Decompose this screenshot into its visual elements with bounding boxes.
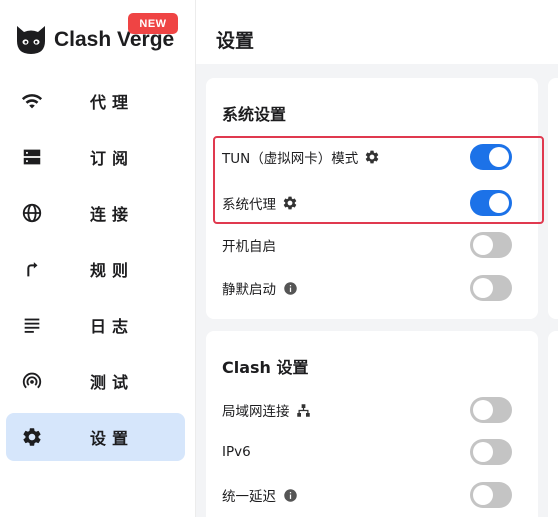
setting-label: IPv6 xyxy=(222,444,251,460)
sidebar-item-connections[interactable]: 连接 xyxy=(6,189,185,237)
setting-label: 局域网连接 xyxy=(222,404,290,420)
sidebar-item-label: 订阅 xyxy=(90,149,135,168)
list-lines-icon xyxy=(21,314,43,336)
new-badge: NEW xyxy=(128,13,178,34)
setting-row-auto-launch: 开机自启 xyxy=(222,230,528,260)
setting-row-silent-start: 静默启动 xyxy=(222,273,528,303)
card-title: 系统设置 xyxy=(222,105,287,124)
auto-launch-toggle[interactable] xyxy=(470,232,512,258)
broadcast-icon xyxy=(21,370,43,392)
sidebar-item-label: 测试 xyxy=(90,373,135,392)
gear-icon[interactable] xyxy=(364,149,380,165)
system-settings-card: 系统设置 TUN（虚拟网卡）模式 系统代理 开机自启 静默启动 xyxy=(206,78,538,319)
sidebar-item-subscriptions[interactable]: 订阅 xyxy=(6,133,185,181)
wifi-icon xyxy=(21,90,43,112)
next-card-edge xyxy=(548,331,558,531)
setting-label: 统一延迟 xyxy=(222,489,276,505)
info-icon[interactable] xyxy=(282,487,298,503)
sidebar-item-label: 设置 xyxy=(90,429,135,448)
setting-label: 系统代理 xyxy=(222,197,276,213)
sidebar-item-proxy[interactable]: 代理 xyxy=(6,77,185,125)
gear-icon xyxy=(21,426,43,448)
setting-label: 开机自启 xyxy=(222,239,276,255)
silent-start-toggle[interactable] xyxy=(470,275,512,301)
sidebar-item-label: 代理 xyxy=(90,93,135,112)
sidebar-item-rules[interactable]: 规则 xyxy=(6,245,185,293)
ipv6-toggle[interactable] xyxy=(470,439,512,465)
allow-lan-toggle[interactable] xyxy=(470,397,512,423)
setting-row-system-proxy: 系统代理 xyxy=(222,188,528,218)
setting-row-tun-mode: TUN（虚拟网卡）模式 xyxy=(222,142,528,172)
next-card-edge xyxy=(548,78,558,319)
unified-delay-toggle[interactable] xyxy=(470,482,512,508)
storage-icon xyxy=(21,146,43,168)
clash-settings-card: Clash 设置 局域网连接 IPv6 统一延迟 xyxy=(206,331,538,531)
tun-mode-toggle[interactable] xyxy=(470,144,512,170)
sidebar-item-test[interactable]: 测试 xyxy=(6,357,185,405)
system-proxy-toggle[interactable] xyxy=(470,190,512,216)
fork-arrow-icon xyxy=(21,258,43,280)
setting-label: 静默启动 xyxy=(222,282,276,298)
page-title: 设置 xyxy=(216,30,255,52)
card-title: Clash 设置 xyxy=(222,358,309,377)
cat-logo-icon xyxy=(17,26,45,54)
info-icon[interactable] xyxy=(282,280,298,296)
setting-label: TUN（虚拟网卡）模式 xyxy=(222,151,359,167)
sidebar: Clash Verge NEW 代理 订阅 连接 规则 日志 测试 设置 xyxy=(0,0,195,517)
setting-row-ipv6: IPv6 xyxy=(222,437,528,467)
setting-row-unified-delay: 统一延迟 xyxy=(222,480,528,510)
sidebar-item-logs[interactable]: 日志 xyxy=(6,301,185,349)
sidebar-item-label: 连接 xyxy=(90,205,135,224)
gear-icon[interactable] xyxy=(282,195,298,211)
sidebar-item-settings[interactable]: 设置 xyxy=(6,413,185,461)
network-icon[interactable] xyxy=(296,402,312,418)
sidebar-item-label: 日志 xyxy=(90,317,135,336)
setting-row-allow-lan: 局域网连接 xyxy=(222,395,528,425)
globe-icon xyxy=(21,202,43,224)
sidebar-item-label: 规则 xyxy=(90,261,135,280)
